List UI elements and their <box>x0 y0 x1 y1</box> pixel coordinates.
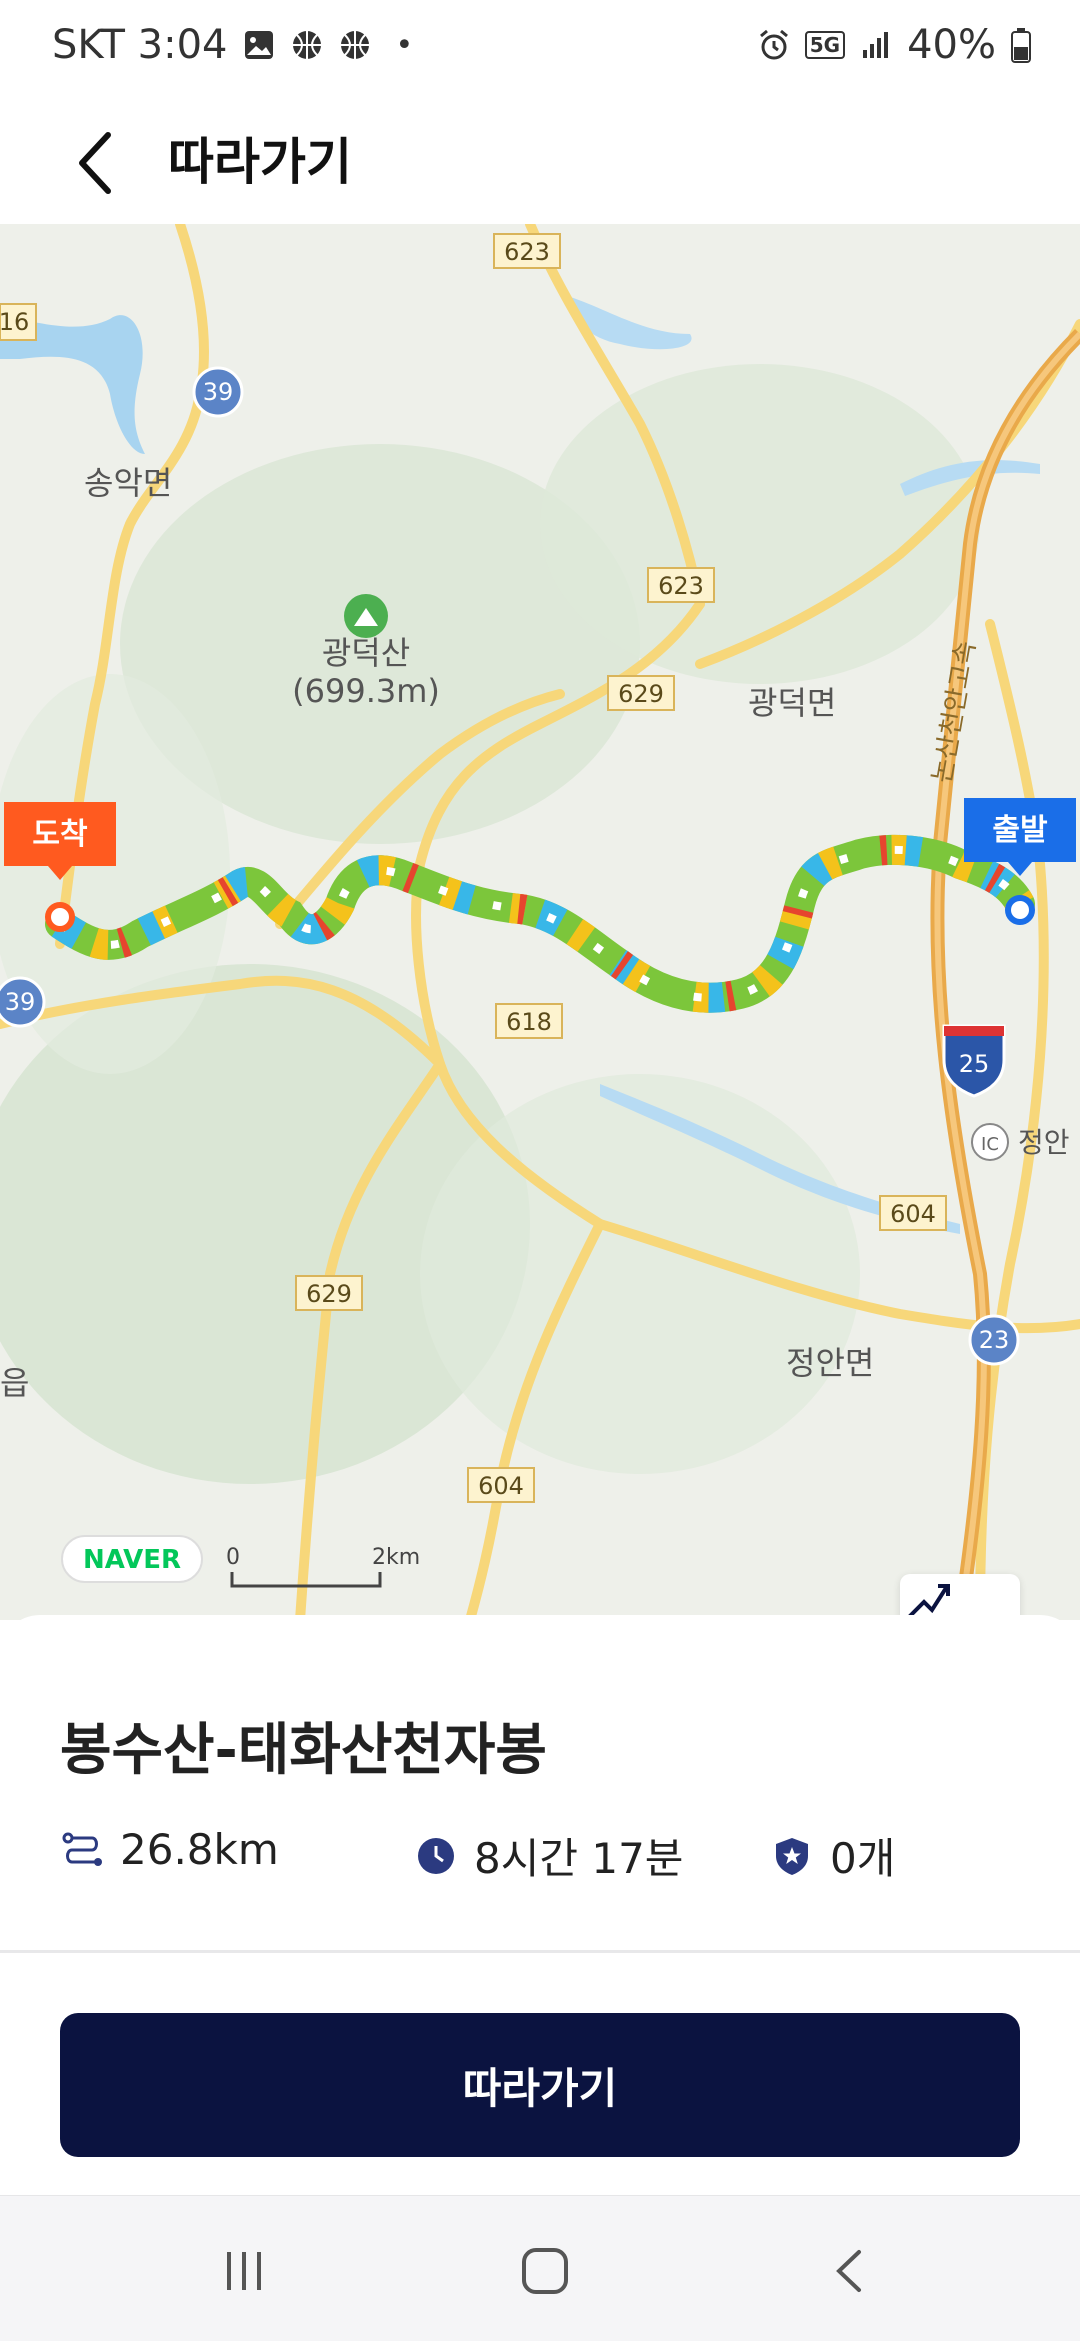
page-title: 따라가기 <box>168 133 352 191</box>
notification-dot: • <box>395 27 414 63</box>
route-name: 봉수산-태화산천자봉 <box>60 1718 547 1783</box>
elevation-chart-icon <box>904 1584 950 1620</box>
departure-label: 출발 <box>992 813 1048 848</box>
svg-text:0: 0 <box>226 1545 240 1570</box>
route-map[interactable]: 도착 출발 송악면 광덕산 (699.3m) 광덕면 정안면 정안 읍 논산천안… <box>0 224 1080 1620</box>
carrier-time: SKT 3:04 <box>52 22 228 68</box>
svg-text:16: 16 <box>0 308 29 336</box>
gallery-icon <box>244 31 273 59</box>
label-songak: 송악면 <box>84 464 172 502</box>
svg-text:604: 604 <box>890 1200 936 1228</box>
svg-text:629: 629 <box>618 680 664 708</box>
svg-text:604: 604 <box>478 1472 524 1500</box>
status-left: SKT 3:04 • <box>52 22 413 68</box>
badge-count: 0개 <box>830 1834 896 1883</box>
arrival-label: 도착 <box>32 817 88 852</box>
ic-badge: IC <box>971 1123 1009 1161</box>
elevation-toggle-button[interactable] <box>900 1574 1020 1620</box>
departure-point[interactable] <box>1005 895 1035 925</box>
svg-text:623: 623 <box>504 238 550 266</box>
map-controls <box>900 1574 1020 1620</box>
basketball-icon <box>292 31 321 59</box>
map-canvas: 도착 출발 송악면 광덕산 (699.3m) 광덕면 정안면 정안 읍 논산천안… <box>0 224 1080 1620</box>
svg-text:39: 39 <box>5 988 36 1016</box>
duration-stat: 8시간 17분 <box>414 1825 683 1886</box>
system-nav-bar <box>0 2195 1080 2341</box>
back-nav-button[interactable] <box>810 2236 890 2306</box>
label-jeongan: 정안 <box>1018 1126 1070 1159</box>
header: 따라가기 <box>0 100 1080 224</box>
follow-button[interactable]: 따라가기 <box>60 2013 1020 2157</box>
label-gwangdeok-san: 광덕산 <box>322 634 410 672</box>
label-jeongan-myeon: 정안면 <box>786 1344 874 1382</box>
distance-value: 26.8km <box>120 1825 279 1874</box>
mountain-icon <box>344 594 388 638</box>
svg-text:25: 25 <box>959 1050 990 1078</box>
svg-text:623: 623 <box>658 572 704 600</box>
home-button[interactable] <box>505 2236 585 2306</box>
alarm-icon <box>759 29 788 60</box>
distance-stat: 26.8km <box>60 1825 279 1874</box>
home-icon <box>522 2248 568 2294</box>
back-nav-icon <box>836 2250 861 2292</box>
status-bar: SKT 3:04 • 5G 40% <box>0 0 1080 100</box>
svg-text:629: 629 <box>306 1280 352 1308</box>
svg-text:2km: 2km <box>372 1545 420 1570</box>
route-distance-icon <box>62 1832 102 1866</box>
arrival-point[interactable] <box>45 902 75 932</box>
clock-icon <box>418 1837 454 1874</box>
recent-apps-icon <box>227 2252 261 2290</box>
svg-text:39: 39 <box>203 378 234 406</box>
label-gwangdeok-myeon: 광덕면 <box>748 684 836 722</box>
recent-apps-button[interactable] <box>204 2236 284 2306</box>
status-right: 5G 40% <box>757 22 1032 68</box>
network-type: 5G <box>804 31 846 59</box>
svg-text:618: 618 <box>506 1008 552 1036</box>
naver-logo: NAVER <box>61 1535 203 1583</box>
basketball-icon <box>340 31 369 59</box>
label-gwangdeok-elev: (699.3m) <box>292 672 440 710</box>
signal-icon <box>863 32 889 58</box>
shield-star-icon <box>776 1837 808 1875</box>
sheet-divider <box>0 1950 1080 1953</box>
label-partial-left: 읍 <box>0 1364 29 1402</box>
svg-text:23: 23 <box>979 1326 1010 1354</box>
battery-icon <box>1011 28 1031 63</box>
back-button[interactable] <box>60 118 132 208</box>
duration-value: 8시간 17분 <box>474 1834 684 1883</box>
battery-percent: 40% <box>907 22 996 68</box>
svg-text:IC: IC <box>981 1134 999 1155</box>
svg-text:NAVER: NAVER <box>83 1545 181 1575</box>
badge-stat: 0개 <box>770 1825 895 1886</box>
chevron-left-icon <box>79 132 111 194</box>
